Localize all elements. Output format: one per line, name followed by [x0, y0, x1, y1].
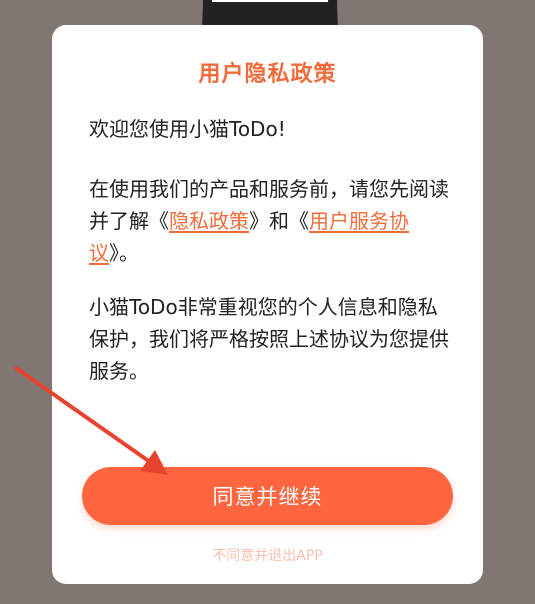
intro-paragraph: 在使用我们的产品和服务前，请您先阅读并了解《隐私政策》和《用户服务协议》。: [89, 173, 449, 269]
intro-middle-text: 》和《: [249, 209, 309, 233]
dialog-title: 用户隐私政策: [198, 62, 337, 87]
screen: 用户隐私政策 欢迎您使用小猫ToDo! 在使用我们的产品和服务前，请您先阅读并了…: [0, 0, 535, 604]
privacy-policy-link[interactable]: 隐私政策: [169, 209, 249, 233]
commitment-paragraph: 小猫ToDo非常重视您的个人信息和隐私保护，我们将严格按照上述协议为您提供服务。: [89, 295, 449, 383]
intro-suffix-text: 》。: [109, 241, 139, 265]
disagree-exit-button[interactable]: 不同意并退出APP: [52, 545, 483, 565]
privacy-policy-dialog: 用户隐私政策 欢迎您使用小猫ToDo! 在使用我们的产品和服务前，请您先阅读并了…: [52, 25, 483, 584]
agree-continue-button[interactable]: 同意并继续: [82, 467, 453, 525]
greeting-text: 欢迎您使用小猫ToDo!: [89, 117, 286, 141]
